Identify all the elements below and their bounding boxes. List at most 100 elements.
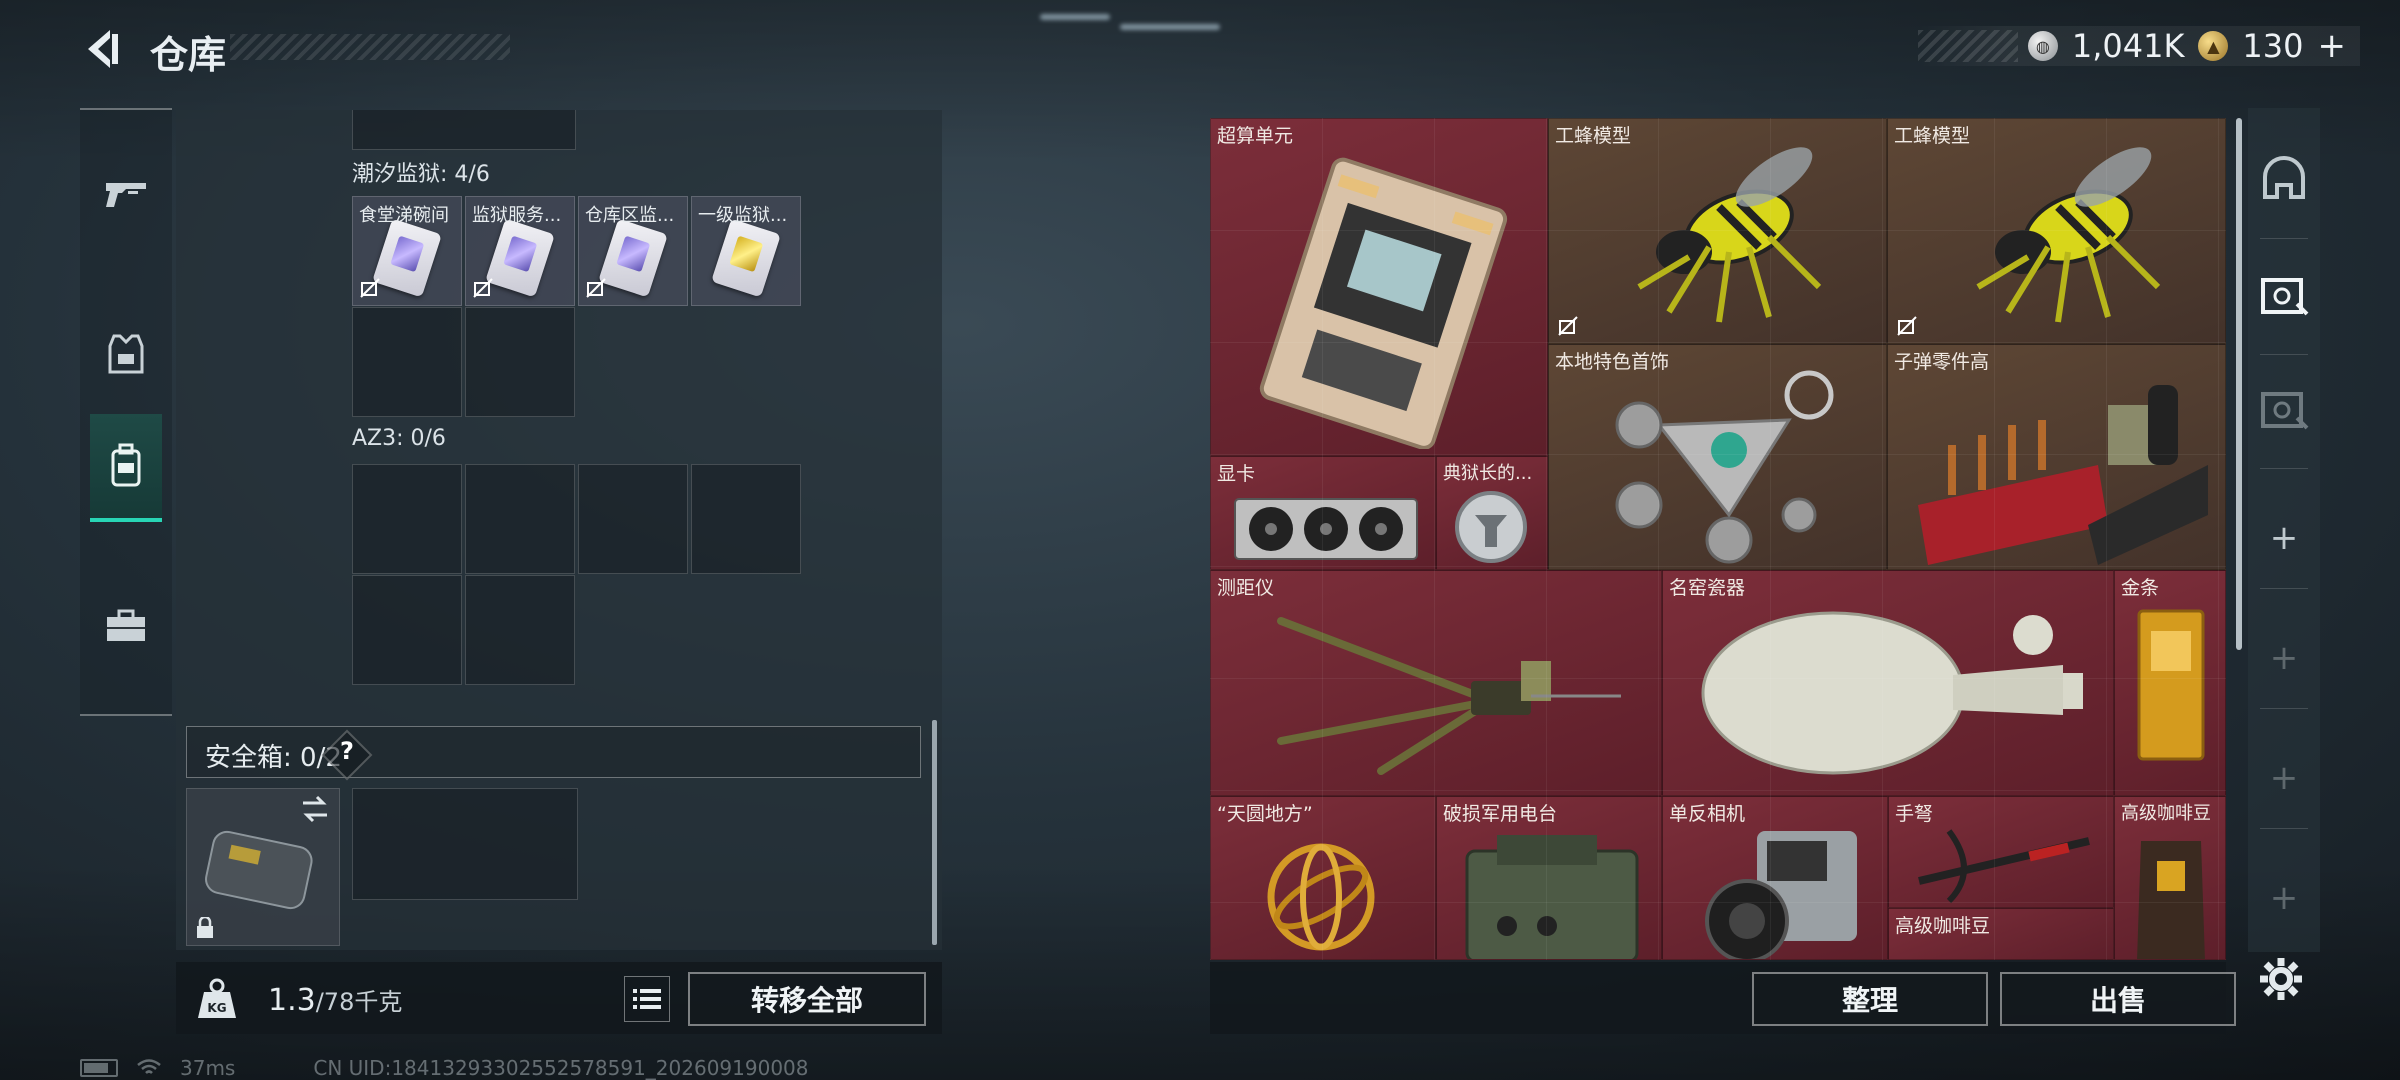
category-nav <box>80 108 172 716</box>
add-tab-button[interactable]: + <box>2248 618 2320 698</box>
bottom-bar-left: KG 1.3/78千克 转移全部 <box>176 962 942 1034</box>
stash-scrollbar[interactable] <box>2236 118 2242 650</box>
add-tab-button[interactable]: + <box>2248 738 2320 818</box>
no-insure-icon <box>360 278 380 298</box>
settings-gear-icon[interactable] <box>2256 954 2306 1004</box>
back-button[interactable] <box>78 26 124 72</box>
stash-item[interactable]: 工蜂模型 <box>1548 118 1887 344</box>
worker-bee-model-icon <box>1637 147 1822 323</box>
separator <box>2260 828 2308 829</box>
container-empty-slot[interactable] <box>352 464 462 574</box>
page-title: 仓库 <box>150 33 227 77</box>
gold-coin-icon: ▲ <box>2198 31 2229 61</box>
add-currency-button[interactable]: + <box>2318 26 2347 66</box>
currency-decoration <box>1917 30 2018 62</box>
nav-backpack[interactable] <box>90 414 162 522</box>
stash-item[interactable]: 高级咖啡豆 <box>1888 908 2114 960</box>
stash-tab-safe-2[interactable] <box>2248 370 2320 450</box>
separator <box>2260 588 2308 589</box>
nav-toolbox[interactable] <box>90 578 162 674</box>
container-item[interactable]: 食堂涕碗间 <box>352 196 462 306</box>
equipment-scrollbar[interactable] <box>932 720 937 945</box>
stash-item[interactable]: 高级咖啡豆 <box>2114 796 2226 960</box>
stash-item[interactable]: 单反相机 <box>1662 796 1888 960</box>
stash-item[interactable]: 本地特色首饰 <box>1548 344 1887 570</box>
no-insure-icon <box>1558 316 1578 336</box>
safe-tab-icon <box>2261 278 2309 316</box>
stash-item-name: 典狱长的... <box>1443 463 1533 484</box>
stash-item-name: 金条 <box>2121 577 2160 599</box>
weight-capacity: /78千克 <box>315 988 403 1016</box>
armillary-sphere-icon <box>1267 843 1375 951</box>
stash-tab-safe-1[interactable] <box>2248 256 2320 336</box>
crossbow-icon <box>1918 829 2090 904</box>
container-item[interactable]: 一级监狱... <box>691 196 801 306</box>
military-radio-icon <box>1465 835 1639 959</box>
stash-item[interactable]: 工蜂模型 <box>1887 118 2226 344</box>
stash-item[interactable]: 子弹零件高 <box>1887 344 2226 570</box>
stash-item[interactable]: 名窑瓷器 <box>1662 570 2114 796</box>
currency-bar: ◍ 1,041K ▲ 130 + <box>1917 26 2360 66</box>
worker-bee-model-icon <box>1976 147 2161 323</box>
container-empty-slot[interactable] <box>352 307 462 417</box>
backpack-icon <box>111 443 141 487</box>
container-item[interactable]: 监狱服务... <box>465 196 575 306</box>
sell-button[interactable]: 出售 <box>2000 972 2236 1026</box>
stash-item-name: 破损军用电台 <box>1443 803 1558 825</box>
nav-armor[interactable] <box>90 306 162 402</box>
stash-tab-home[interactable] <box>2248 138 2320 218</box>
container-empty-slot[interactable] <box>465 575 575 685</box>
container-slot-partial[interactable] <box>352 110 576 150</box>
ping-text: 37ms <box>180 1056 236 1080</box>
stash-tabs: + + + + <box>2248 108 2320 952</box>
stash-item[interactable]: 金条 <box>2114 570 2226 796</box>
supercomputer-unit-icon <box>1259 157 1508 449</box>
no-insure-icon <box>1897 316 1917 336</box>
stash-item[interactable]: 破损军用电台 <box>1436 796 1662 960</box>
container-empty-slot[interactable] <box>465 464 575 574</box>
container-empty-slot[interactable] <box>352 575 462 685</box>
porcelain-vase-icon <box>1701 611 2083 775</box>
add-tab-button[interactable]: + <box>2248 858 2320 938</box>
safe-box-empty-slot[interactable] <box>352 788 578 900</box>
separator <box>2260 238 2308 239</box>
armor-vest-icon <box>108 334 144 374</box>
add-tab-button[interactable]: + <box>2248 498 2320 578</box>
stash-item[interactable]: 显卡 <box>1210 456 1436 570</box>
stash-item[interactable]: “天圆地方” <box>1210 796 1436 960</box>
transfer-all-button[interactable]: 转移全部 <box>688 972 926 1026</box>
container-empty-slot[interactable] <box>691 464 801 574</box>
separator <box>2260 468 2308 469</box>
stash-home-icon <box>2263 156 2305 199</box>
local-jewelry-icon <box>1615 370 1834 564</box>
back-arrow-icon <box>88 30 118 68</box>
swap-icon[interactable] <box>299 795 331 823</box>
stash-item-name: 高级咖啡豆 <box>2121 803 2211 824</box>
container-item-name: 仓库区监... <box>585 205 675 226</box>
safe-box-item[interactable] <box>186 788 340 946</box>
ceiling-light <box>1120 24 1220 30</box>
stash-item-name: 测距仪 <box>1217 577 1275 599</box>
container-empty-slot[interactable] <box>578 464 688 574</box>
list-view-button[interactable] <box>624 976 670 1022</box>
container-item[interactable]: 仓库区监... <box>578 196 688 306</box>
sort-button[interactable]: 整理 <box>1752 972 1988 1026</box>
stash-panel: 超算单元 工蜂模型 工蜂模型 本地特色首饰 子弹零件高 显卡 典狱长的... 测… <box>1210 118 2226 960</box>
gold-bar-icon <box>2137 609 2205 761</box>
separator <box>2260 708 2308 709</box>
stash-item[interactable]: 超算单元 <box>1210 118 1548 456</box>
no-insure-icon <box>473 278 493 298</box>
keycard-icon <box>711 218 781 298</box>
stash-item[interactable]: 测距仪 <box>1210 570 1662 796</box>
stash-item[interactable]: 典狱长的... <box>1436 456 1548 570</box>
help-icon[interactable]: ? <box>340 737 354 765</box>
title-decoration <box>230 34 510 60</box>
dslr-camera-icon <box>1705 831 1857 959</box>
stash-item-name: 超算单元 <box>1217 125 1294 147</box>
stash-item[interactable]: 手弩 <box>1888 796 2114 908</box>
container-empty-slot[interactable] <box>465 307 575 417</box>
lock-icon <box>197 917 213 938</box>
toolbox-icon <box>107 609 145 641</box>
nav-weapon[interactable] <box>90 146 162 242</box>
weight-readout: 1.3/78千克 <box>268 982 402 1018</box>
